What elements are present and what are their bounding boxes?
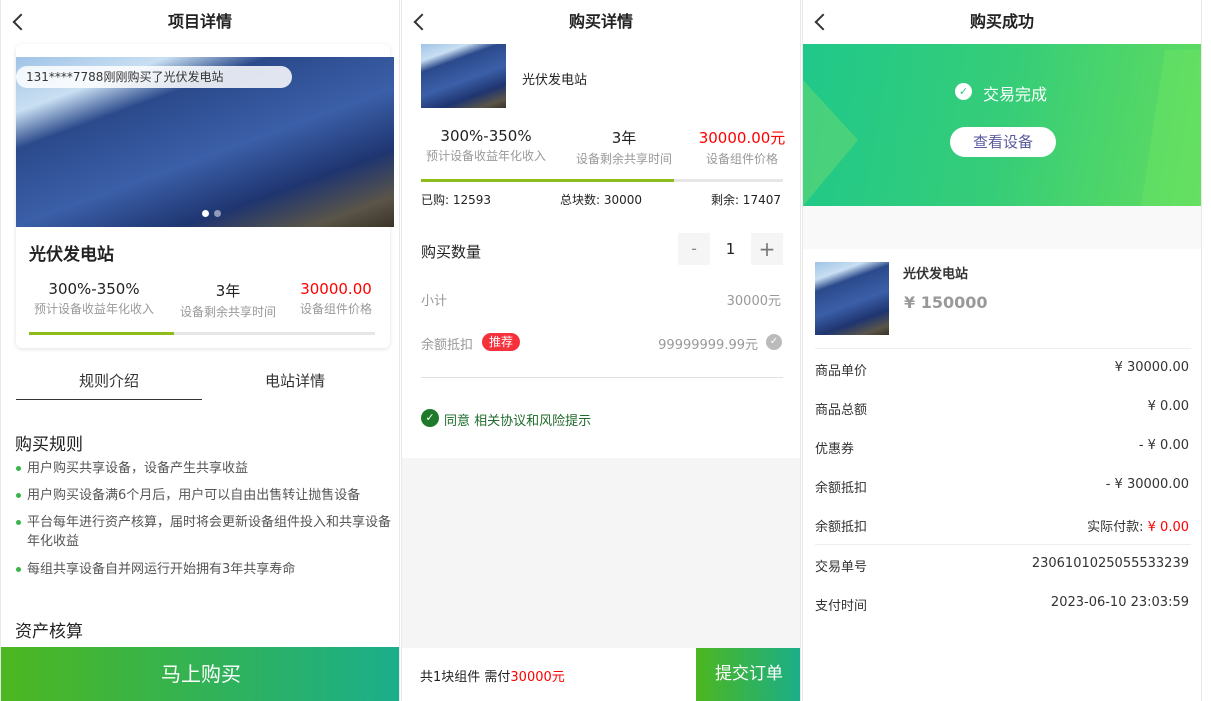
agree-checkbox[interactable]: ✓ [421,409,439,427]
gap [803,206,1201,249]
agree-text: 同意 相关协议和风险提示 [444,410,591,429]
rule-item: 每组共享设备自并网运行开始拥有3年共享寿命 [15,560,390,579]
balance-check-icon[interactable]: ✓ [766,334,782,350]
agree-label: 同意 [444,414,471,429]
check-circle-icon: ✓ [955,83,972,100]
product-name: 光伏发电站 [903,267,969,282]
asset-heading: 资产核算 [15,622,83,642]
stat-price: 30000.00 设备组件价格 [299,280,372,316]
purchase-success-screen: 购买成功 ✓ 交易完成 查看设备 光伏发电站 ¥ 150000 商品单价 ¥ 30… [802,0,1202,701]
subtotal-label: 小计 [421,294,448,309]
stat-remaining-time: 3年 设备剩余共享时间 [575,129,672,166]
balance-label: 余额抵扣 [421,338,474,353]
balance-value: 99999999.99元 [658,338,758,353]
rule-item: 平台每年进行资产核算，届时将会更新设备组件投入和共享设备年化收益 [15,513,395,551]
order-number-row: 交易单号 2306101025055533239 [815,556,1189,575]
purchase-toast: 131****7788刚刚购买了光伏发电站 [16,66,292,88]
submit-order-button[interactable]: 提交订单 [696,648,800,701]
carousel-dot[interactable] [202,210,209,217]
payment-time-row: 支付时间 2023-06-10 23:03:59 [815,595,1189,614]
product-thumbnail [421,44,506,108]
actual-payment-row: 余额抵扣 实际付款: ¥ 0.00 [815,520,1189,535]
page-title: 购买成功 [969,12,1034,31]
tab-rules[interactable]: 规则介绍 [16,370,202,400]
stat-annual-return: 300%-350% 预计设备收益年化收入 [425,127,546,163]
sales-progress-bar [29,332,375,335]
rule-item: 用户购买共享设备，设备产生共享收益 [15,459,390,478]
product-price: ¥ 150000 [904,293,988,312]
decrement-button[interactable]: - [678,233,710,265]
agreement-link[interactable]: 相关协议和风险提示 [474,414,591,429]
coupon-row: 优惠券 - ¥ 0.00 [815,438,1189,457]
footer-total: 共1块组件 需付30000元 [420,670,565,685]
quantity-stepper[interactable]: 1 [710,233,751,265]
buy-now-button[interactable]: 马上购买 [1,647,399,701]
total-amount-row: 商品总额 ¥ 0.00 [815,399,1189,418]
tab-station-detail[interactable]: 电站详情 [202,370,388,391]
sales-progress-bar [421,179,783,182]
empty-area [402,458,800,648]
stat-price: 30000.00元 设备组件价格 [698,129,786,166]
subtotal-value: 30000元 [726,294,781,309]
page-title: 项目详情 [167,12,232,31]
total-count: 总块数: 30000 [560,193,643,207]
divider [421,377,783,378]
status-text: 交易完成 [983,85,1048,104]
unit-price-row: 商品单价 ¥ 30000.00 [815,360,1189,379]
stat-annual-return: 300%-350% 预计设备收益年化收入 [33,280,154,316]
divider [815,544,1191,545]
divider [815,348,1191,349]
product-name: 光伏发电站 [29,245,114,265]
project-detail-screen: 项目详情 131****7788刚刚购买了光伏发电站 光伏发电站 300%-35… [0,0,400,701]
quantity-label: 购买数量 [421,243,482,261]
banner-decoration [803,80,858,206]
rules-heading: 购买规则 [15,435,83,455]
carousel-dot[interactable] [214,210,221,217]
success-banner [803,44,1201,206]
purchase-detail-screen: 购买详情 光伏发电站 300%-350% 预计设备收益年化收入 3年 设备剩余共享时… [401,0,801,701]
page-title: 购买详情 [568,12,633,31]
product-name: 光伏发电站 [522,73,588,88]
increment-button[interactable]: + [751,233,783,265]
view-device-button[interactable]: 查看设备 [950,127,1056,157]
bought-count: 已购: 12593 [421,193,492,207]
product-thumbnail [815,262,889,335]
rule-item: 用户购买设备满6个月后，用户可以自由出售转让抛售设备 [15,486,390,505]
remaining-count: 剩余: 17407 [710,193,781,207]
recommend-badge: 推荐 [482,333,521,351]
balance-deduction-row: 余额抵扣 - ¥ 30000.00 [815,477,1189,496]
